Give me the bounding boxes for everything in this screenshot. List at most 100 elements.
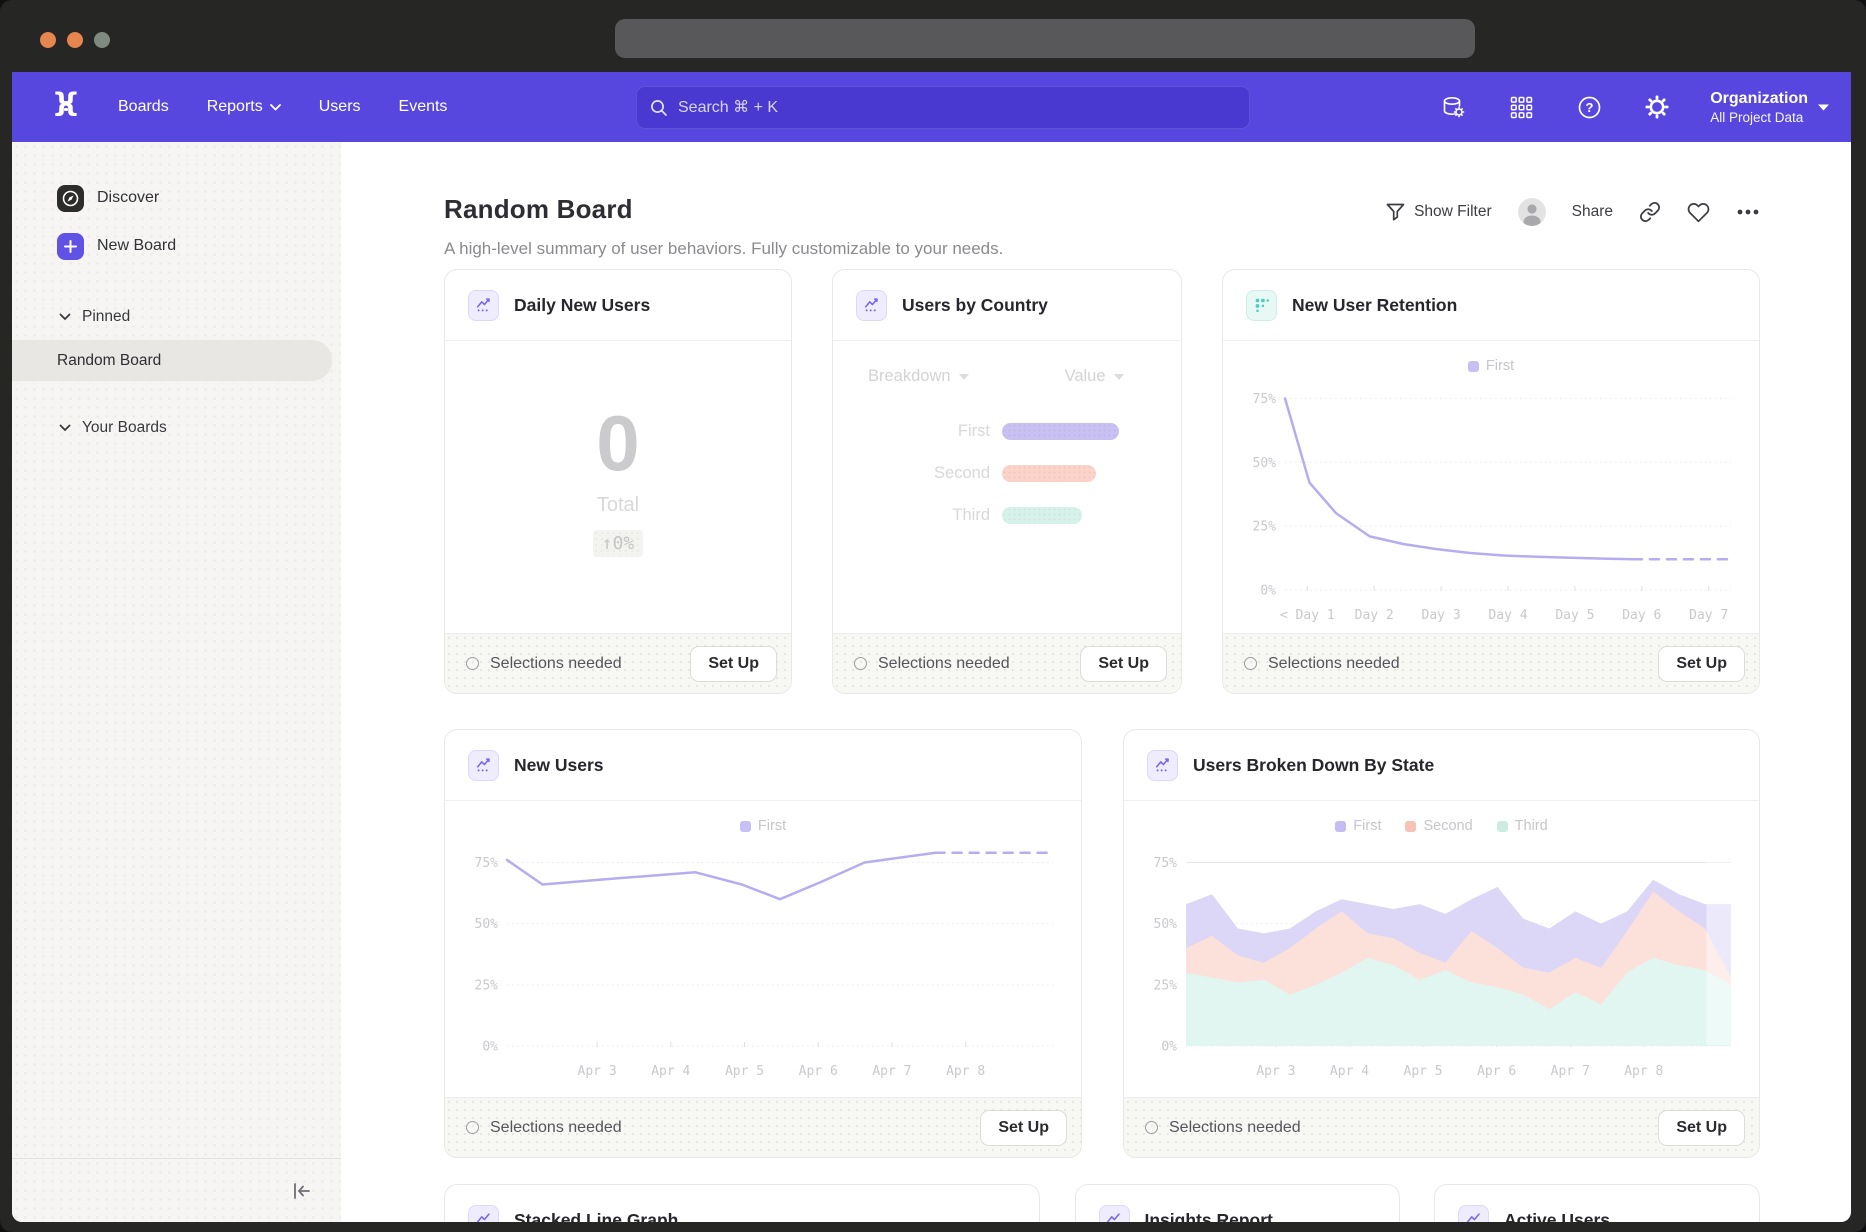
more-options-icon[interactable] [1736, 208, 1760, 216]
svg-text:Apr 4: Apr 4 [1330, 1064, 1369, 1079]
window-zoom-button[interactable] [94, 32, 110, 48]
apps-grid-icon[interactable] [1498, 84, 1544, 130]
chevron-down-icon [1114, 374, 1124, 380]
line-chart-icon [468, 1205, 499, 1223]
sidebar-item-new-board[interactable]: New Board [12, 222, 341, 270]
board-actions: Show Filter Share [1386, 198, 1760, 226]
set-up-button[interactable]: Set Up [1080, 646, 1167, 682]
svg-text:Day 4: Day 4 [1488, 608, 1527, 623]
svg-text:Apr 5: Apr 5 [1404, 1064, 1443, 1079]
chart-legend: First Second Third [1124, 801, 1759, 836]
svg-text:75%: 75% [1154, 856, 1178, 871]
chart-legend: First [445, 801, 1081, 836]
window-close-button[interactable] [40, 32, 56, 48]
card-daily-new-users: Daily New Users 0 Total ↑0% Selections n… [444, 269, 792, 694]
org-project: All Project Data [1710, 109, 1808, 126]
bar-second [1002, 465, 1096, 482]
card-title: Active Users [1504, 1210, 1610, 1223]
avatar[interactable] [1518, 198, 1546, 226]
nav-menu: Boards Reports Users Events [118, 98, 447, 116]
svg-text:Apr 3: Apr 3 [578, 1064, 617, 1079]
status-circle-icon [466, 1121, 479, 1134]
window-titlebar [0, 0, 1866, 72]
value-dropdown[interactable]: Value [1065, 367, 1124, 386]
window-minimize-button[interactable] [67, 32, 83, 48]
set-up-button[interactable]: Set Up [690, 646, 777, 682]
sidebar-item-label: New Board [97, 237, 176, 255]
legend-swatch [1405, 821, 1416, 832]
status-circle-icon [854, 657, 867, 670]
set-up-button[interactable]: Set Up [980, 1110, 1067, 1146]
chevron-down-icon [959, 374, 969, 380]
org-switcher[interactable]: Organization All Project Data [1710, 89, 1829, 126]
page-title: Random Board [444, 194, 1003, 225]
org-name: Organization [1710, 89, 1808, 109]
svg-text:25%: 25% [1154, 978, 1178, 993]
sidebar-section-your-boards[interactable]: Your Boards [12, 411, 341, 445]
svg-text:75%: 75% [475, 856, 499, 871]
chart-legend: First [1223, 341, 1759, 376]
svg-text:Apr 8: Apr 8 [946, 1064, 985, 1079]
show-filter-button[interactable]: Show Filter [1386, 203, 1492, 221]
card-users-by-country: Users by Country Breakdown Value [832, 269, 1182, 694]
sidebar-section-pinned[interactable]: Pinned [12, 300, 341, 334]
page-subtitle: A high-level summary of user behaviors. … [444, 239, 1003, 259]
app-window: } { Boards Reports Users Events [12, 72, 1851, 1222]
svg-text:< Day 1: < Day 1 [1280, 608, 1335, 623]
board-header: Random Board A high-level summary of use… [444, 194, 1760, 259]
svg-text:Apr 3: Apr 3 [1256, 1064, 1295, 1079]
collapse-sidebar-icon[interactable] [291, 1181, 313, 1201]
status-text: Selections needed [878, 655, 1010, 673]
global-search[interactable] [636, 86, 1250, 129]
search-input[interactable] [678, 99, 1236, 117]
svg-text:Apr 4: Apr 4 [651, 1064, 690, 1079]
nav-item-boards[interactable]: Boards [118, 98, 169, 116]
metric-delta-badge: ↑0% [593, 530, 644, 557]
svg-text:50%: 50% [1154, 917, 1178, 932]
status-text: Selections needed [1268, 655, 1400, 673]
sidebar-item-random-board[interactable]: Random Board [12, 340, 332, 381]
favorite-heart-icon[interactable] [1687, 202, 1710, 223]
help-icon[interactable]: ? [1566, 84, 1612, 130]
card-new-users: New Users First 75%50%25%0%Apr 3Apr 4Apr… [444, 729, 1082, 1158]
bar-first [1002, 423, 1119, 440]
data-management-icon[interactable] [1430, 84, 1476, 130]
compass-icon [57, 185, 84, 212]
address-bar[interactable] [615, 19, 1475, 58]
nav-item-reports[interactable]: Reports [207, 98, 281, 116]
mixpanel-logo-icon[interactable]: } { [52, 94, 80, 120]
sidebar-item-discover[interactable]: Discover [12, 174, 341, 222]
retention-grid-icon [1246, 290, 1277, 321]
copy-link-icon[interactable] [1639, 201, 1661, 223]
card-insights-report: Insights Report [1075, 1184, 1400, 1222]
nav-right: ? [1430, 72, 1851, 142]
svg-text:Day 3: Day 3 [1422, 608, 1461, 623]
set-up-button[interactable]: Set Up [1658, 1110, 1745, 1146]
stacked-area-chart: 75%50%25%0%Apr 3Apr 4Apr 5Apr 6Apr 7Apr … [1140, 836, 1745, 1084]
card-title: Stacked Line Graph [514, 1210, 678, 1223]
nav-item-events[interactable]: Events [399, 98, 448, 116]
country-row: First [833, 410, 1181, 452]
line-chart-icon [856, 290, 887, 321]
breakdown-dropdown[interactable]: Breakdown [868, 367, 969, 386]
svg-text:50%: 50% [1253, 456, 1277, 471]
person-icon [1518, 198, 1546, 226]
svg-text:Day 6: Day 6 [1622, 608, 1661, 623]
filter-funnel-icon [1386, 203, 1405, 221]
nav-item-users[interactable]: Users [319, 98, 361, 116]
svg-text:75%: 75% [1253, 392, 1277, 407]
status-text: Selections needed [490, 1119, 622, 1137]
set-up-button[interactable]: Set Up [1658, 646, 1745, 682]
legend-swatch [740, 821, 751, 832]
legend-swatch [1335, 821, 1346, 832]
top-navbar: } { Boards Reports Users Events [12, 72, 1851, 142]
settings-gear-icon[interactable] [1634, 84, 1680, 130]
share-button[interactable]: Share [1572, 203, 1613, 221]
card-title: Users Broken Down By State [1193, 755, 1434, 776]
svg-text:Apr 6: Apr 6 [1477, 1064, 1516, 1079]
sidebar-item-label: Discover [97, 189, 159, 207]
chevron-down-icon [59, 313, 71, 321]
browser-window: } { Boards Reports Users Events [0, 0, 1866, 1232]
svg-text:0%: 0% [482, 1040, 498, 1055]
sidebar: Discover New Board Pinned Random Board [12, 142, 341, 1222]
